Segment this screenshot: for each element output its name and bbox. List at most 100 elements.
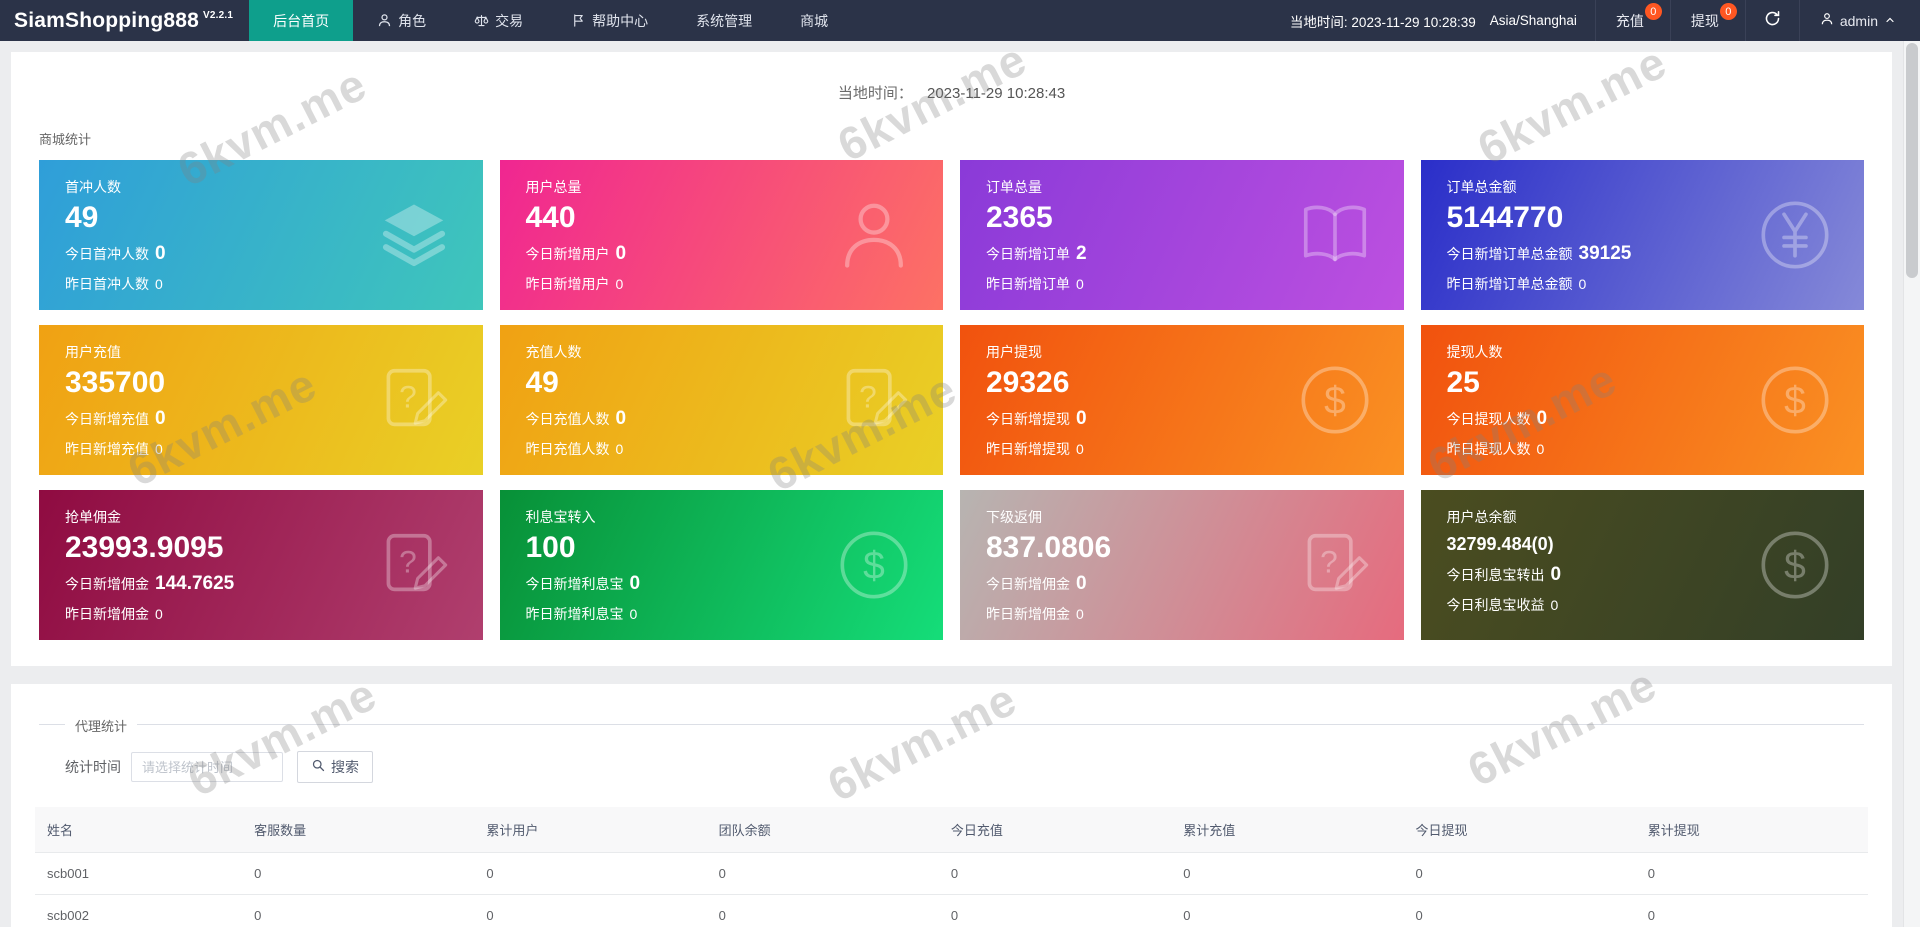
table-cell: 0 [1403, 894, 1636, 927]
stat-time-input[interactable] [131, 752, 283, 782]
note-icon: ? [375, 526, 453, 604]
scrollbar-thumb[interactable] [1906, 43, 1918, 278]
table-cell: 0 [706, 894, 939, 927]
dollar-icon: $ [1756, 526, 1834, 604]
search-button[interactable]: 搜索 [297, 751, 373, 783]
table-header-cell: 今日提现 [1403, 807, 1636, 853]
card-title: 用户总量 [525, 179, 582, 195]
agent-filter-row: 统计时间 搜索 [65, 751, 1868, 783]
card-yesterday-line: 昨日新增提现 0 [986, 441, 1084, 457]
stat-card-5: 充值人数 49 今日充值人数 0 昨日充值人数 0? [499, 325, 943, 475]
search-icon [311, 758, 326, 776]
note-icon: ? [375, 361, 453, 439]
card-title: 抢单佣金 [65, 509, 121, 525]
card-title: 利息宝转入 [525, 509, 596, 525]
table-header-cell: 累计用户 [474, 807, 707, 853]
nav-item-label: 系统管理 [696, 12, 753, 29]
card-title: 用户提现 [986, 344, 1042, 360]
table-header-cell: 团队余额 [706, 807, 939, 853]
layers-icon [375, 196, 453, 274]
scales-icon [474, 13, 489, 28]
nav-item-0[interactable]: 后台首页 [249, 0, 354, 41]
content-time: 当地时间： 2023-11-29 10:28:43 [27, 68, 1876, 113]
user-icon [835, 196, 913, 274]
card-yesterday-line: 昨日新增佣金 0 [65, 606, 163, 622]
svg-text:$: $ [1784, 379, 1806, 422]
table-cell: 0 [1171, 852, 1404, 895]
shop-stats-panel: 当地时间： 2023-11-29 10:28:43 商城统计 首冲人数 49 今日首… [11, 52, 1892, 666]
nav-item-2[interactable]: 交易 [450, 0, 547, 41]
svg-text:?: ? [1320, 543, 1338, 579]
svg-text:?: ? [859, 378, 877, 414]
recharge-button[interactable]: 充值 0 [1594, 0, 1670, 41]
person-icon [377, 13, 392, 28]
stat-card-6: 用户提现 29326 今日新增提现 0 昨日新增提现 0 $ [960, 325, 1404, 475]
page-scrollbar[interactable] [1903, 41, 1920, 927]
svg-text:?: ? [399, 378, 417, 414]
table-cell: 0 [474, 852, 707, 895]
table-row[interactable]: scb002 0 0 0 0 0 0 0 [35, 894, 1868, 927]
withdraw-button[interactable]: 提现 0 [1669, 0, 1745, 41]
stat-card-2: 订单总量 2365 今日新增订单 2 昨日新增订单 0 [960, 160, 1404, 310]
nav-item-5[interactable]: 商城 [776, 0, 852, 41]
local-time-label: 当地时间: [1289, 14, 1348, 30]
app-logo: SiamShopping888 V2.2.1 [0, 0, 249, 41]
shop-stats-title: 商城统计 [39, 132, 92, 147]
refresh-button[interactable] [1744, 0, 1799, 41]
withdraw-label: 提现 [1690, 12, 1719, 29]
note-icon: ? [835, 361, 913, 439]
nav-item-1[interactable]: 角色 [353, 0, 450, 41]
timezone-label: Asia/Shanghai [1489, 13, 1577, 28]
dollar-icon: $ [1756, 361, 1834, 439]
chevron-up-icon [1884, 13, 1896, 29]
nav-item-label: 交易 [495, 12, 524, 29]
stat-card-1: 用户总量 440 今日新增用户 0 昨日新增用户 0 [499, 160, 943, 310]
svg-text:$: $ [1784, 544, 1806, 587]
svg-text:$: $ [1324, 379, 1346, 422]
filter-label: 统计时间 [65, 759, 121, 775]
stat-card-7: 提现人数 25 今日提现人数 0 昨日提现人数 0 $ [1420, 325, 1864, 475]
top-header: SiamShopping888 V2.2.1 后台首页 角色 交易 帮助中心 系统管理 商… [0, 0, 1920, 41]
card-yesterday-line: 昨日新增订单 0 [986, 276, 1084, 292]
header-time: 当地时间: 2023-11-29 10:28:39 Asia/Shanghai [1272, 0, 1595, 41]
admin-menu[interactable]: admin [1798, 0, 1920, 41]
nav-item-3[interactable]: 帮助中心 [547, 0, 672, 41]
nav-item-4[interactable]: 系统管理 [672, 0, 776, 41]
svg-text:$: $ [863, 544, 885, 587]
card-title: 订单总量 [986, 179, 1042, 195]
nav-item-label: 后台首页 [273, 12, 330, 29]
stat-card-11: 用户总余额 32799.484(0) 今日利息宝转出 0 今日利息宝收益 0 $ [1420, 490, 1864, 640]
table-header-cell: 姓名 [35, 807, 243, 853]
table-cell: 0 [1171, 894, 1404, 927]
nav-item-label: 商城 [800, 12, 829, 29]
recharge-badge: 0 [1644, 3, 1662, 20]
header-right: 当地时间: 2023-11-29 10:28:39 Asia/Shanghai … [1272, 0, 1920, 41]
stats-cards-grid: 首冲人数 49 今日首冲人数 0 昨日首冲人数 0 用户总量 440 今日新增用户 0 昨日新增用户… [39, 160, 1864, 640]
main-nav: 后台首页 角色 交易 帮助中心 系统管理 商城 [249, 0, 852, 41]
card-yesterday-line: 昨日新增订单总金额 0 [1446, 276, 1587, 292]
card-title: 充值人数 [525, 344, 582, 360]
refresh-icon [1764, 10, 1781, 32]
table-cell: 0 [1635, 894, 1868, 927]
card-yesterday-line: 昨日新增用户 0 [525, 276, 624, 292]
card-title: 用户充值 [65, 344, 121, 360]
table-header-cell: 累计提现 [1635, 807, 1868, 853]
table-cell: 0 [474, 894, 707, 927]
stat-card-4: 用户充值 335700 今日新增充值 0 昨日新增充值 0? [39, 325, 483, 475]
content-time-label: 当地时间： [837, 85, 913, 102]
table-cell: 0 [1635, 852, 1868, 895]
card-yesterday-line: 昨日新增佣金 0 [986, 606, 1084, 622]
search-button-label: 搜索 [331, 759, 359, 775]
nav-item-label: 角色 [398, 12, 427, 29]
agent-table: 姓名 客服数量 累计用户 团队余额 今日充值 累计充值 今日提现 累计提现 scb001 0 0 0… [35, 807, 1868, 927]
table-cell: scb002 [35, 894, 243, 927]
user-icon [1820, 12, 1834, 29]
table-cell: 0 [242, 852, 475, 895]
table-row[interactable]: scb001 0 0 0 0 0 0 0 [35, 852, 1868, 895]
agent-stats-title: 代理统计 [65, 716, 138, 735]
table-cell: 0 [242, 894, 475, 927]
stat-card-8: 抢单佣金 23993.9095 今日新增佣金 144.7625 昨日新增佣金 0? [39, 490, 483, 640]
local-time-value: 2023-11-29 10:28:39 [1351, 14, 1476, 30]
card-yesterday-line: 昨日新增利息宝 0 [525, 606, 638, 622]
svg-text:?: ? [399, 543, 417, 579]
